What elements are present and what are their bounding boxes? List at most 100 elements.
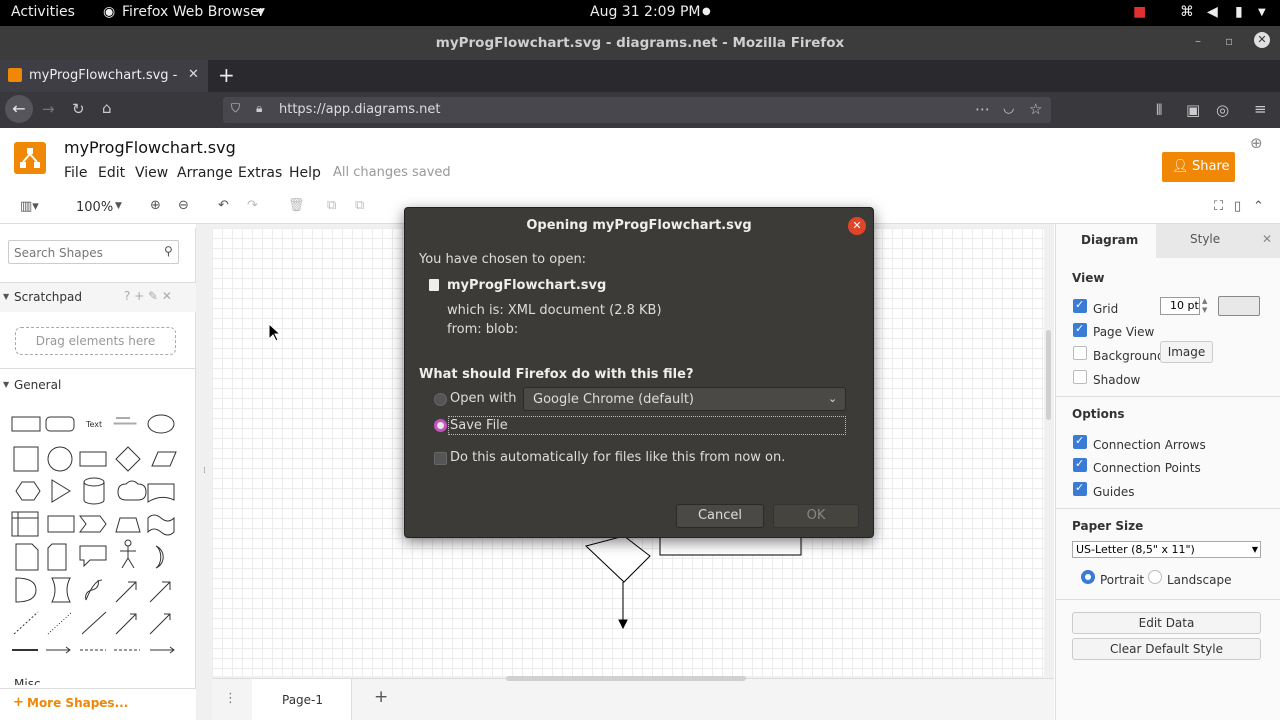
shadow-checkbox[interactable]	[1073, 370, 1087, 384]
horizontal-scrollbar[interactable]	[506, 676, 746, 681]
close-panel-icon[interactable]: ✕	[1262, 232, 1272, 246]
misc-header[interactable]: Misc	[14, 677, 41, 685]
tab-style[interactable]: Style ✕	[1156, 224, 1280, 258]
page-tab[interactable]: Page-1	[252, 679, 352, 720]
guides-checkbox[interactable]	[1073, 481, 1087, 496]
to-back-icon[interactable]: ⧉	[355, 198, 364, 213]
grid-checkbox[interactable]	[1073, 298, 1087, 313]
paper-size-chevron-icon: ▼	[1251, 545, 1258, 554]
process-box[interactable]	[659, 535, 802, 556]
reload-icon[interactable]: ↻	[72, 100, 85, 118]
grid-size-input[interactable]: 10 pt	[1160, 297, 1200, 315]
page-tab-label: Page-1	[282, 693, 324, 707]
panel-toggle-icon[interactable]: ▯	[1234, 199, 1241, 214]
lock-icon[interactable]: 🔒︎	[256, 101, 262, 116]
auto-action-checkbox[interactable]	[434, 452, 447, 465]
connection-points-label: Connection Points	[1093, 461, 1201, 475]
search-shapes-input[interactable]: Search Shapes ⚲	[8, 240, 179, 264]
page-actions-icon[interactable]: ⋯	[975, 100, 990, 118]
menu-file[interactable]: File	[64, 165, 87, 181]
shield-icon[interactable]: ⛉	[231, 101, 240, 116]
grid-color-swatch[interactable]	[1218, 296, 1260, 316]
ok-button[interactable]: OK	[773, 504, 859, 528]
new-tab-icon[interactable]: +	[218, 63, 235, 87]
save-file-radio[interactable]	[434, 419, 447, 432]
activities-button[interactable]: Activities	[11, 4, 75, 20]
to-front-icon[interactable]: ⧉	[327, 198, 336, 213]
menu-help[interactable]: Help	[289, 165, 321, 181]
back-icon[interactable]: ←	[5, 95, 33, 123]
account-icon[interactable]: ◎	[1216, 101, 1229, 119]
format-panel-icon[interactable]: ▥▾	[20, 199, 39, 214]
scratchpad-tools-icon[interactable]: ? + ✎ ✕	[124, 289, 172, 303]
scratchpad-header[interactable]: ▼ Scratchpad ? + ✎ ✕	[0, 282, 196, 312]
redo-icon[interactable]: ↷	[247, 198, 258, 213]
open-with-select[interactable]: Google Chrome (default) ⌄	[523, 387, 846, 411]
app-menu-button[interactable]: Firefox Web Browser	[122, 4, 265, 20]
save-file-option[interactable]: Save File	[448, 416, 846, 435]
decision-diamond[interactable]	[585, 535, 651, 583]
paper-size-select[interactable]: US-Letter (8,5" x 11") ▼	[1072, 541, 1261, 558]
clear-default-style-button[interactable]: Clear Default Style	[1072, 638, 1261, 660]
firefox-menu-icon[interactable]: ≡	[1254, 100, 1267, 118]
auto-action-label: Do this automatically for files like thi…	[450, 450, 786, 465]
menu-edit[interactable]: Edit	[98, 165, 125, 181]
minimize-icon[interactable]: –	[1195, 34, 1201, 48]
pocket-icon[interactable]: ◡	[1003, 101, 1014, 116]
system-menu-chevron-icon[interactable]: ▼	[1258, 7, 1266, 18]
share-button[interactable]: 👤︎ Share	[1162, 152, 1235, 182]
connection-arrows-checkbox[interactable]	[1073, 434, 1087, 449]
cancel-button[interactable]: Cancel	[676, 504, 764, 528]
fullscreen-icon[interactable]: ⛶	[1214, 199, 1223, 214]
zoom-out-icon[interactable]: ⊖	[178, 198, 189, 213]
edit-data-button[interactable]: Edit Data	[1072, 612, 1261, 634]
portrait-radio[interactable]	[1081, 570, 1095, 584]
home-icon[interactable]: ⌂	[102, 99, 112, 117]
general-shapes-grid[interactable]: Text	[8, 412, 186, 656]
dialog-question: What should Firefox do with this file?	[419, 367, 694, 382]
add-page-icon[interactable]: +	[374, 687, 388, 707]
clock[interactable]: Aug 31 2:09 PM	[590, 4, 700, 20]
search-icon[interactable]: ⚲	[164, 244, 173, 258]
menu-arrange[interactable]: Arrange	[177, 165, 233, 181]
dialog-close-icon[interactable]: ✕	[848, 217, 866, 235]
zoom-level[interactable]: 100%	[76, 200, 113, 215]
url-bar[interactable]: ⛉ 🔒︎ https://app.diagrams.net ⋯ ◡ ☆	[223, 97, 1051, 123]
url-text[interactable]: https://app.diagrams.net	[279, 102, 441, 117]
zoom-in-icon[interactable]: ⊕	[150, 198, 161, 213]
general-header[interactable]: ▼ General	[0, 368, 196, 398]
delete-icon[interactable]: 🗑︎	[288, 198, 305, 213]
tab-diagram[interactable]: Diagram	[1056, 224, 1156, 258]
diagram-file-name[interactable]: myProgFlowchart.svg	[64, 138, 236, 157]
collapse-icon[interactable]: ⌃	[1253, 199, 1264, 214]
grid-size-stepper-icon[interactable]: ▲ ▼	[1202, 297, 1207, 315]
firefox-logo-icon: ◉	[103, 4, 116, 20]
svg-file-icon	[429, 279, 439, 291]
language-globe-icon[interactable]: ⊕	[1250, 134, 1263, 152]
forward-icon[interactable]: →	[42, 100, 55, 118]
sidebar-icon[interactable]: ▣	[1186, 101, 1200, 119]
browser-tab[interactable]: myProgFlowchart.svg - d ✕	[0, 60, 208, 92]
open-with-radio[interactable]	[434, 393, 447, 406]
page-view-checkbox[interactable]	[1073, 322, 1087, 337]
page-view-label: Page View	[1093, 325, 1155, 339]
image-button[interactable]: Image	[1160, 341, 1213, 363]
window-close-icon[interactable]: ✕	[1254, 32, 1270, 48]
scratchpad-drop-zone[interactable]: Drag elements here	[15, 327, 176, 355]
background-checkbox[interactable]	[1073, 346, 1087, 360]
maximize-icon[interactable]: ▫	[1225, 34, 1233, 48]
panel-resize-handle[interactable]: ⁞	[203, 466, 206, 476]
dialog-file-name: myProgFlowchart.svg	[447, 278, 607, 293]
connection-points-checkbox[interactable]	[1073, 457, 1087, 472]
grid-label: Grid	[1093, 302, 1119, 316]
menu-extras[interactable]: Extras	[238, 165, 282, 181]
bookmark-star-icon[interactable]: ☆	[1029, 100, 1042, 118]
menu-view[interactable]: View	[135, 165, 168, 181]
more-shapes-button[interactable]: + More Shapes...	[0, 688, 196, 720]
tab-close-icon[interactable]: ✕	[188, 67, 199, 82]
pages-menu-icon[interactable]: ⋮	[224, 691, 237, 706]
vertical-scrollbar[interactable]	[1046, 330, 1051, 420]
library-icon[interactable]: ⫴	[1156, 101, 1162, 119]
undo-icon[interactable]: ↶	[218, 198, 229, 213]
landscape-radio[interactable]	[1148, 570, 1162, 584]
